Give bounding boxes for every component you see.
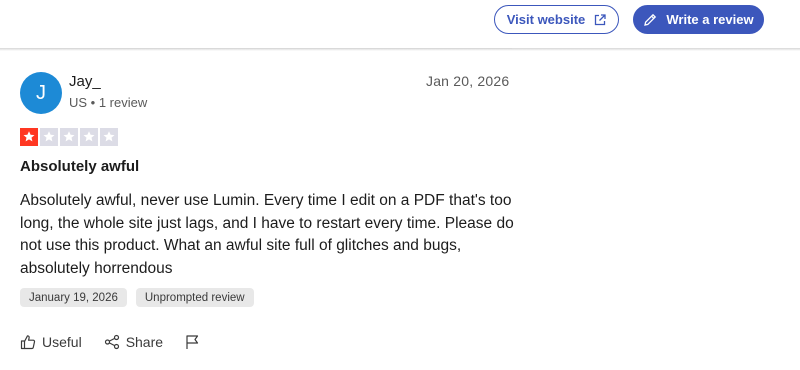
avatar-initial: J xyxy=(36,81,46,104)
review-tags: January 19, 2026 Unprompted review xyxy=(20,288,254,307)
report-button[interactable] xyxy=(185,334,200,350)
share-icon xyxy=(104,334,120,350)
avatar[interactable]: J xyxy=(20,72,62,114)
visit-website-label: Visit website xyxy=(506,12,586,27)
review-text: Absolutely awful, never use Lumin. Every… xyxy=(20,192,514,277)
unprompted-review-badge[interactable]: Unprompted review xyxy=(135,288,254,307)
flag-icon xyxy=(185,334,200,350)
review-title[interactable]: Absolutely awful xyxy=(20,158,139,175)
star-icon xyxy=(40,128,58,146)
write-review-button[interactable]: Write a review xyxy=(633,5,764,34)
review-actions: Useful Share xyxy=(20,334,200,350)
star-icon xyxy=(80,128,98,146)
reviewer-meta: US • 1 review xyxy=(69,95,148,110)
thumbs-up-icon xyxy=(20,334,36,350)
star-rating xyxy=(20,128,118,146)
useful-label: Useful xyxy=(42,334,82,350)
review-divider xyxy=(20,48,512,49)
pencil-icon xyxy=(643,13,657,27)
star-icon xyxy=(20,128,38,146)
share-button[interactable]: Share xyxy=(104,334,163,350)
share-label: Share xyxy=(125,334,164,350)
useful-button[interactable]: Useful xyxy=(20,334,82,350)
star-icon xyxy=(60,128,78,146)
top-action-bar: Visit website Write a review xyxy=(0,0,800,48)
write-review-label: Write a review xyxy=(666,12,754,27)
visit-website-button[interactable]: Visit website xyxy=(494,5,619,34)
star-icon xyxy=(100,128,118,146)
experience-date-badge: January 19, 2026 xyxy=(20,288,127,307)
external-link-icon xyxy=(594,13,606,26)
reviewer-name[interactable]: Jay_ xyxy=(69,73,101,90)
review-date: Jan 20, 2026 xyxy=(426,73,510,89)
